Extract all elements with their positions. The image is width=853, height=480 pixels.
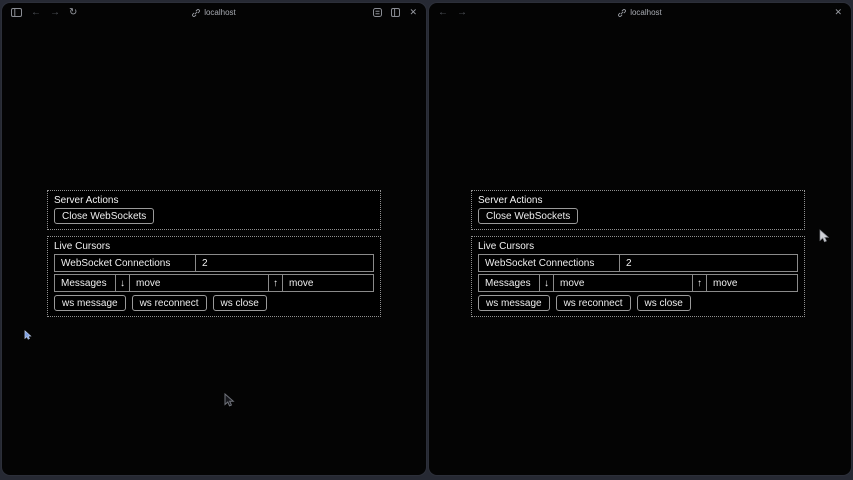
ws-close-button[interactable]: ws close <box>637 295 691 311</box>
live-cursors-panel: Live Cursors WebSocket Connections 2 Mes… <box>471 236 805 317</box>
messages-row: Messages ↓ move ↑ move <box>54 274 374 292</box>
connections-value: 2 <box>619 255 797 271</box>
ws-reconnect-button[interactable]: ws reconnect <box>556 295 631 311</box>
live-cursors-title: Live Cursors <box>478 241 798 252</box>
ws-message-button[interactable]: ws message <box>54 295 126 311</box>
server-actions-panel: Server Actions Close WebSockets <box>471 190 805 230</box>
url-text: localhost <box>204 8 236 17</box>
sidebar-toggle-icon[interactable] <box>11 8 22 17</box>
titlebar-left-controls: ← → ↻ <box>11 8 77 18</box>
reader-icon[interactable] <box>373 8 382 17</box>
outgoing-message-value: move <box>282 275 373 291</box>
incoming-message-value: move <box>553 275 692 291</box>
titlebar: ← → ↻ localhost <box>2 3 426 22</box>
ws-buttons-row: ws message ws reconnect ws close <box>54 295 374 311</box>
back-icon[interactable]: ← <box>31 8 41 18</box>
arrow-down-icon: ↓ <box>539 275 553 291</box>
titlebar-right-controls: ✕ <box>373 8 417 17</box>
back-icon[interactable]: ← <box>438 8 448 18</box>
outgoing-message-value: move <box>706 275 797 291</box>
browser-window-left: ← → ↻ localhost <box>2 3 426 475</box>
incoming-message-value: move <box>129 275 268 291</box>
refresh-icon[interactable]: ↻ <box>69 8 77 18</box>
connections-label: WebSocket Connections <box>479 255 619 271</box>
browser-window-right: ← → localhost ✕ Server Actions <box>429 3 851 475</box>
titlebar-left-controls: ← → <box>438 8 467 18</box>
server-actions-panel: Server Actions Close WebSockets <box>47 190 381 230</box>
desktop: ← → ↻ localhost <box>0 0 853 480</box>
url-text: localhost <box>630 8 662 17</box>
ws-reconnect-button[interactable]: ws reconnect <box>132 295 207 311</box>
arrow-up-icon: ↑ <box>692 275 706 291</box>
server-actions-title: Server Actions <box>478 195 798 206</box>
connections-label: WebSocket Connections <box>55 255 195 271</box>
websocket-connections-row: WebSocket Connections 2 <box>478 254 798 272</box>
address-display[interactable]: localhost <box>429 3 851 22</box>
messages-label: Messages <box>55 275 115 291</box>
titlebar-right-controls: ✕ <box>834 8 842 17</box>
websocket-connections-row: WebSocket Connections 2 <box>54 254 374 272</box>
messages-label: Messages <box>479 275 539 291</box>
close-websockets-button[interactable]: Close WebSockets <box>54 208 154 224</box>
close-websockets-button[interactable]: Close WebSockets <box>478 208 578 224</box>
ws-buttons-row: ws message ws reconnect ws close <box>478 295 798 311</box>
live-cursors-title: Live Cursors <box>54 241 374 252</box>
ws-message-button[interactable]: ws message <box>478 295 550 311</box>
forward-icon[interactable]: → <box>457 8 467 18</box>
forward-icon[interactable]: → <box>50 8 60 18</box>
live-cursors-panel: Live Cursors WebSocket Connections 2 Mes… <box>47 236 381 317</box>
connections-value: 2 <box>195 255 373 271</box>
arrow-up-icon: ↑ <box>268 275 282 291</box>
close-icon[interactable]: ✕ <box>409 8 417 17</box>
link-icon <box>618 9 626 17</box>
page-content: Server Actions Close WebSockets Live Cur… <box>47 190 381 317</box>
arrow-down-icon: ↓ <box>115 275 129 291</box>
titlebar: ← → localhost ✕ <box>429 3 851 22</box>
link-icon <box>192 9 200 17</box>
page-content: Server Actions Close WebSockets Live Cur… <box>471 190 805 317</box>
ws-close-button[interactable]: ws close <box>213 295 267 311</box>
split-view-icon[interactable] <box>391 8 400 17</box>
server-actions-title: Server Actions <box>54 195 374 206</box>
close-icon[interactable]: ✕ <box>834 8 842 17</box>
messages-row: Messages ↓ move ↑ move <box>478 274 798 292</box>
